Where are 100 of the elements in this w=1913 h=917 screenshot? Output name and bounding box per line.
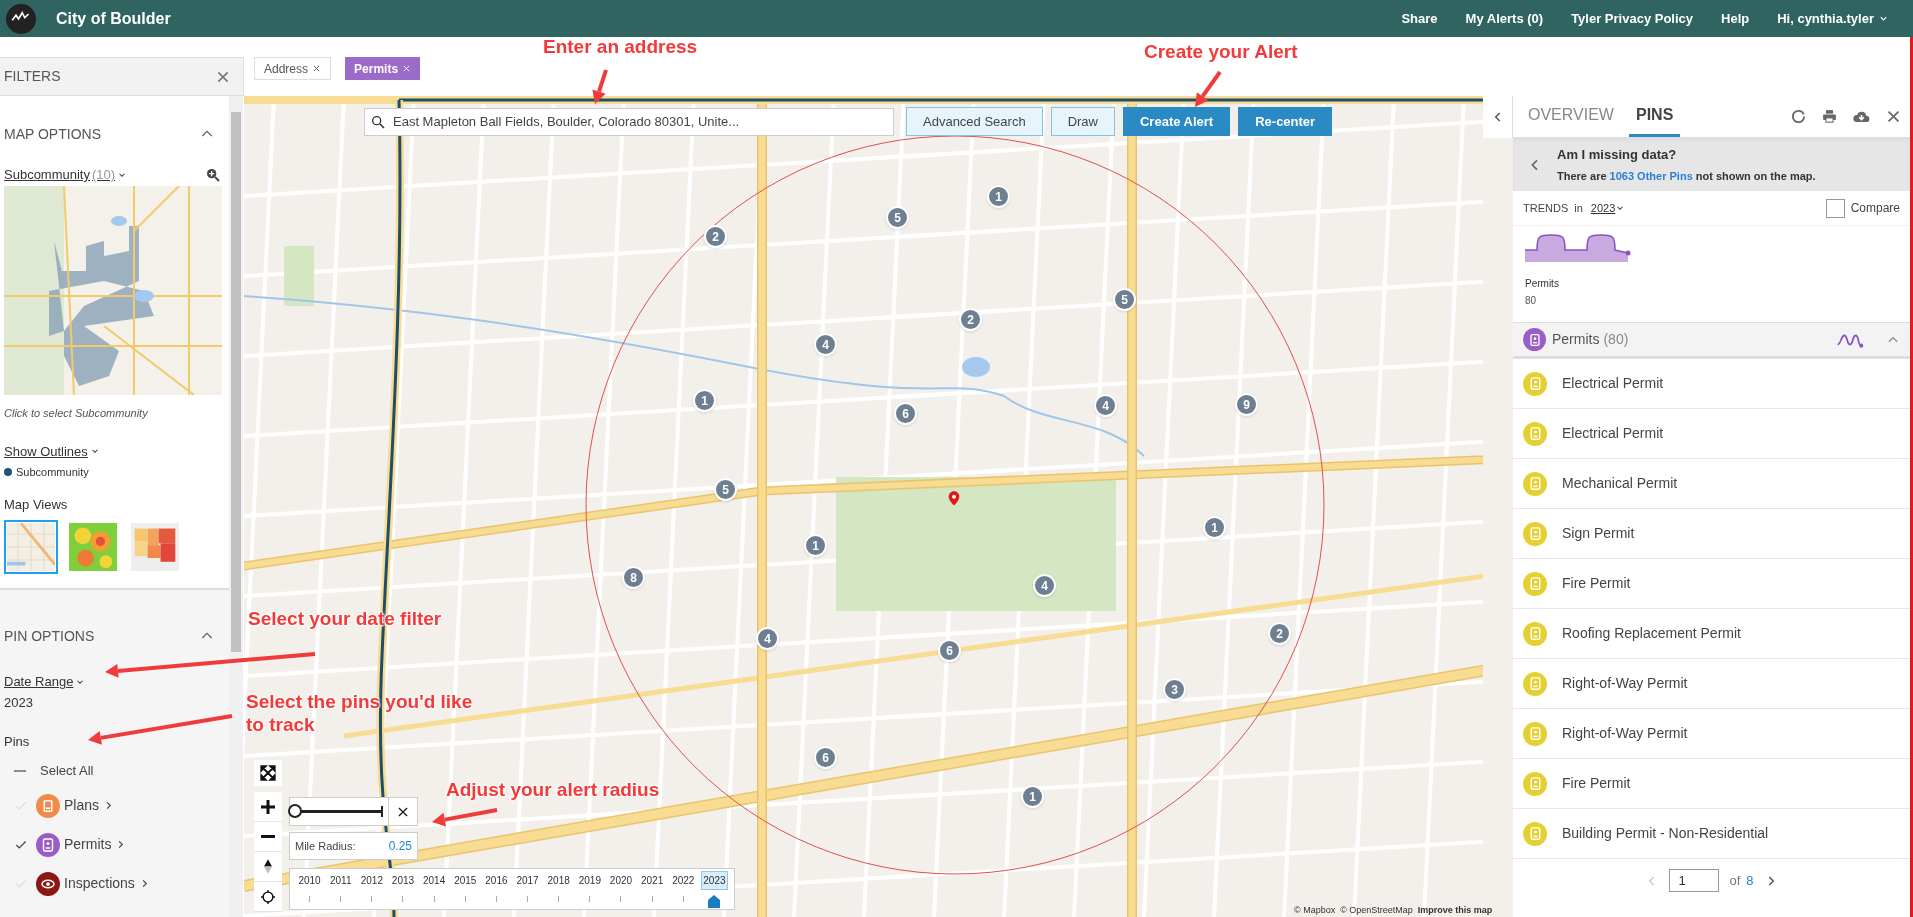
- toolbar-button[interactable]: Draw: [1050, 107, 1115, 136]
- permit-icon: [1523, 621, 1547, 646]
- pin-list-item[interactable]: Right-of-Way Permit: [1513, 659, 1910, 709]
- annotation-arrow: [432, 808, 498, 827]
- section-title: PIN OPTIONS: [4, 626, 95, 646]
- permit-icon: [1523, 371, 1547, 396]
- permit-icon: [1523, 471, 1547, 496]
- pin-list-item[interactable]: Electrical Permit: [1513, 359, 1910, 409]
- zoom-in-icon[interactable]: [205, 167, 221, 183]
- permit-icon: [1523, 571, 1547, 596]
- slider-thumb[interactable]: [288, 804, 302, 818]
- year-option[interactable]: 2011: [327, 871, 354, 890]
- year-option[interactable]: 2019: [576, 871, 603, 890]
- show-outlines-dropdown[interactable]: Show Outlines: [4, 441, 100, 461]
- close-icon[interactable]: [402, 64, 412, 73]
- pin-list-item[interactable]: Roofing Replacement Permit: [1513, 609, 1910, 659]
- pin-list-item[interactable]: Building Permit - Non-Residential: [1513, 809, 1910, 859]
- year-option[interactable]: 2012: [358, 871, 385, 890]
- scrollbar[interactable]: [229, 96, 243, 917]
- permit-icon: [1523, 771, 1547, 796]
- date-range-dropdown[interactable]: Date Range: [4, 672, 86, 692]
- close-icon[interactable]: [312, 64, 322, 73]
- clear-radius-button[interactable]: [389, 797, 418, 826]
- nav-link[interactable]: Tyler Privacy Policy: [1571, 8, 1693, 29]
- year-option[interactable]: 2010: [296, 871, 323, 890]
- map-view-thumbnail[interactable]: [128, 520, 182, 574]
- permits-icon: [1523, 328, 1546, 351]
- toolbar-button[interactable]: Advanced Search: [906, 107, 1043, 136]
- series-total: 80: [1525, 294, 1538, 308]
- group-header[interactable]: Permits (80): [1513, 323, 1910, 359]
- annotation-text: Enter an address: [543, 35, 698, 58]
- attribution-link[interactable]: © Mapbox: [1294, 904, 1336, 917]
- year-dropdown[interactable]: 2023: [1590, 199, 1626, 217]
- annotation-text: Adjust your alert radius: [446, 778, 660, 801]
- attribution-link[interactable]: © OpenStreetMap: [1340, 904, 1413, 917]
- section-title: MAP OPTIONS: [4, 124, 101, 144]
- pin-list-item[interactable]: Electrical Permit: [1513, 409, 1910, 459]
- refresh-icon[interactable]: [1790, 108, 1807, 125]
- user-menu[interactable]: Hi, cynthia.tyler: [1777, 8, 1889, 29]
- item-label: Sign Permit: [1562, 524, 1635, 543]
- timeline-handle[interactable]: [708, 895, 721, 908]
- permit-icon: [1523, 421, 1547, 446]
- pin-list-item[interactable]: Fire Permit: [1513, 759, 1910, 809]
- pin-list-item[interactable]: Sign Permit: [1513, 509, 1910, 559]
- layer-toggle[interactable]: Permits: [64, 834, 127, 855]
- item-label: Right-of-Way Permit: [1562, 724, 1688, 743]
- year-option[interactable]: 2022: [670, 871, 697, 890]
- year-option[interactable]: 2013: [389, 871, 417, 890]
- series-label: Permits: [1525, 277, 1560, 291]
- expand-icon: [259, 764, 277, 782]
- date-range-value: 2023: [4, 693, 34, 712]
- close-icon: [396, 804, 410, 819]
- subcommunity-dropdown[interactable]: Subcommunity(10): [4, 165, 128, 185]
- nav-link[interactable]: Help: [1721, 8, 1750, 29]
- item-label: Building Permit - Non-Residential: [1562, 824, 1769, 843]
- map-view-thumbnail[interactable]: [4, 520, 58, 574]
- filter-tag[interactable]: Permits: [345, 57, 421, 80]
- toolbar-button[interactable]: Re-center: [1238, 107, 1333, 136]
- notice-title: Am I missing data?: [1557, 145, 1678, 164]
- section-label: Map Views: [4, 495, 69, 514]
- site-title[interactable]: City of Boulder: [56, 6, 171, 31]
- layer-toggle[interactable]: Plans: [64, 795, 115, 816]
- year-option[interactable]: 2021: [639, 871, 666, 890]
- permit-icon: [1523, 521, 1547, 546]
- checkbox[interactable]: [1825, 198, 1845, 218]
- year-option[interactable]: 2023: [701, 871, 728, 890]
- compare-checkbox[interactable]: Compare: [1825, 198, 1900, 218]
- toolbar-button[interactable]: Create Alert: [1122, 107, 1231, 136]
- page-field[interactable]: 1: [1669, 869, 1720, 892]
- layer-toggle[interactable]: Inspections: [64, 873, 150, 894]
- item-label: Right-of-Way Permit: [1562, 674, 1688, 693]
- item-label: Fire Permit: [1562, 574, 1631, 593]
- year-option[interactable]: 2018: [545, 871, 572, 890]
- radius-slider[interactable]: [289, 797, 389, 826]
- print-icon[interactable]: [1821, 108, 1838, 125]
- search-field[interactable]: East Mapleton Ball Fields, Boulder, Colorado 80301, Unite...: [364, 107, 894, 136]
- attribution-link[interactable]: Improve this map: [1417, 904, 1493, 917]
- panel-tab[interactable]: OVERVIEW: [1521, 96, 1621, 137]
- year-option[interactable]: 2016: [483, 871, 510, 890]
- select-all-button[interactable]: Select All: [4, 761, 94, 780]
- year-option[interactable]: 2017: [514, 871, 541, 890]
- location-pin-icon[interactable]: [946, 489, 962, 507]
- year-timeline[interactable]: 2010 2011 2012 2013 2014 2015 2016 2017 2018 2019 2020 2021 2022 2023: [289, 868, 735, 910]
- nav-link[interactable]: My Alerts (0): [1465, 8, 1544, 29]
- section-label: Pins: [4, 733, 31, 751]
- search-icon: [370, 113, 386, 130]
- fullscreen-button[interactable]: [254, 760, 282, 786]
- pin-list-item[interactable]: Fire Permit: [1513, 559, 1910, 609]
- nav-link[interactable]: Share: [1401, 8, 1438, 29]
- pin-list-item[interactable]: Mechanical Permit: [1513, 459, 1910, 509]
- logo-icon[interactable]: [6, 3, 36, 34]
- year-option[interactable]: 2014: [421, 871, 448, 890]
- year-option[interactable]: 2015: [452, 871, 479, 890]
- filter-tag[interactable]: Address: [254, 57, 332, 80]
- annotation-text: Create your Alert: [1144, 40, 1298, 63]
- year-option[interactable]: 2020: [607, 871, 635, 890]
- pin-list-item[interactable]: Right-of-Way Permit: [1513, 709, 1910, 759]
- map-view-thumbnail[interactable]: [66, 520, 120, 574]
- close-icon[interactable]: [1885, 108, 1902, 125]
- permit-icon: [1523, 721, 1547, 746]
